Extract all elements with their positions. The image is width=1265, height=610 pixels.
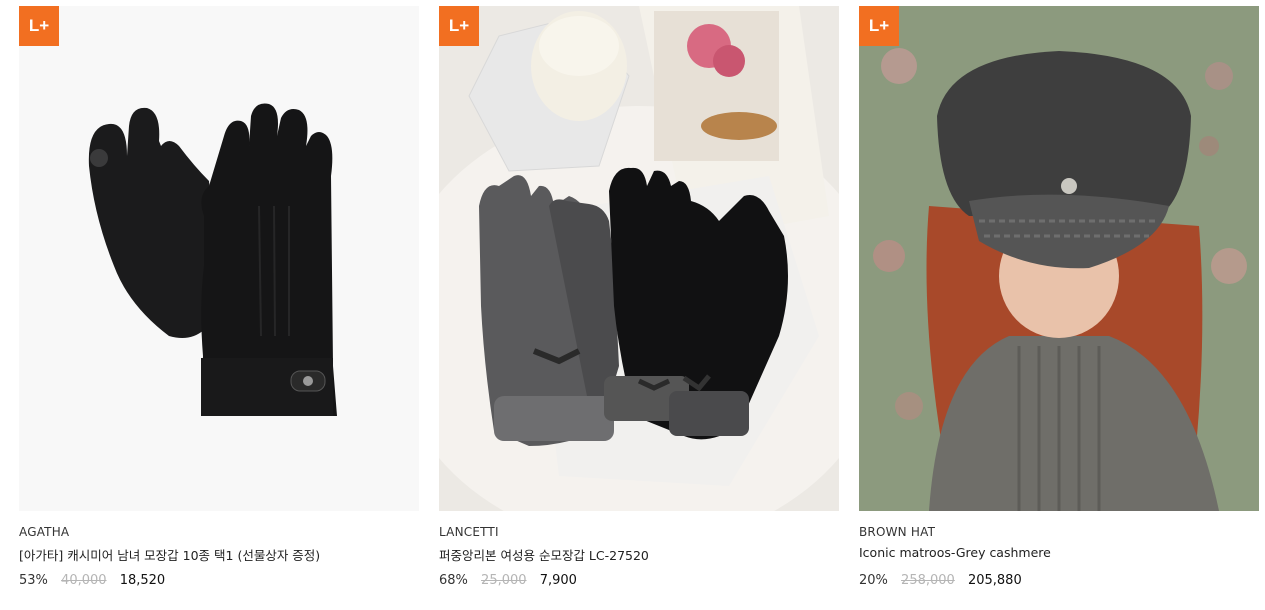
sale-price: 7,900 — [539, 573, 577, 588]
price-row: 53% 40,000 18,520 — [19, 573, 174, 588]
product-brand: BROWN HAT — [859, 525, 936, 539]
product-brand: AGATHA — [19, 525, 70, 539]
product-grid: L+ AGATHA [아가타] 캐시미어 남녀 모장갑 10종 택1 (선물상자… — [19, 6, 1259, 606]
original-price: 40,000 — [61, 573, 107, 588]
product-thumbnail[interactable] — [859, 6, 1259, 511]
lotte-plus-badge: L+ — [19, 6, 59, 46]
price-row: 20% 258,000 205,880 — [859, 573, 1031, 588]
product-name[interactable]: Iconic matroos-Grey cashmere — [859, 545, 1051, 560]
product-thumbnail[interactable] — [19, 6, 419, 511]
discount-rate: 53% — [19, 573, 48, 588]
sale-price: 18,520 — [119, 573, 166, 588]
product-card[interactable]: L+ LANCETTI 퍼중앙리본 여성용 순모장갑 LC-27520 68% … — [439, 6, 839, 606]
discount-rate: 20% — [859, 573, 888, 588]
product-name[interactable]: 퍼중앙리본 여성용 순모장갑 LC-27520 — [439, 545, 649, 564]
sale-price: 205,880 — [967, 573, 1022, 588]
product-card[interactable]: L+ AGATHA [아가타] 캐시미어 남녀 모장갑 10종 택1 (선물상자… — [19, 6, 419, 606]
original-price: 258,000 — [901, 573, 955, 588]
grey-black-gloves-image — [439, 6, 839, 511]
product-brand: LANCETTI — [439, 525, 499, 539]
product-thumbnail[interactable] — [439, 6, 839, 511]
grey-cap-model-image — [859, 6, 1259, 511]
lotte-plus-badge: L+ — [859, 6, 899, 46]
product-card[interactable]: L+ BROWN HAT Iconic matroos-Grey cashmer… — [859, 6, 1259, 606]
black-gloves-image — [19, 6, 419, 511]
discount-rate: 68% — [439, 573, 468, 588]
lotte-plus-badge: L+ — [439, 6, 479, 46]
product-name[interactable]: [아가타] 캐시미어 남녀 모장갑 10종 택1 (선물상자 증정) — [19, 545, 320, 564]
price-row: 68% 25,000 7,900 — [439, 573, 586, 588]
original-price: 25,000 — [481, 573, 527, 588]
